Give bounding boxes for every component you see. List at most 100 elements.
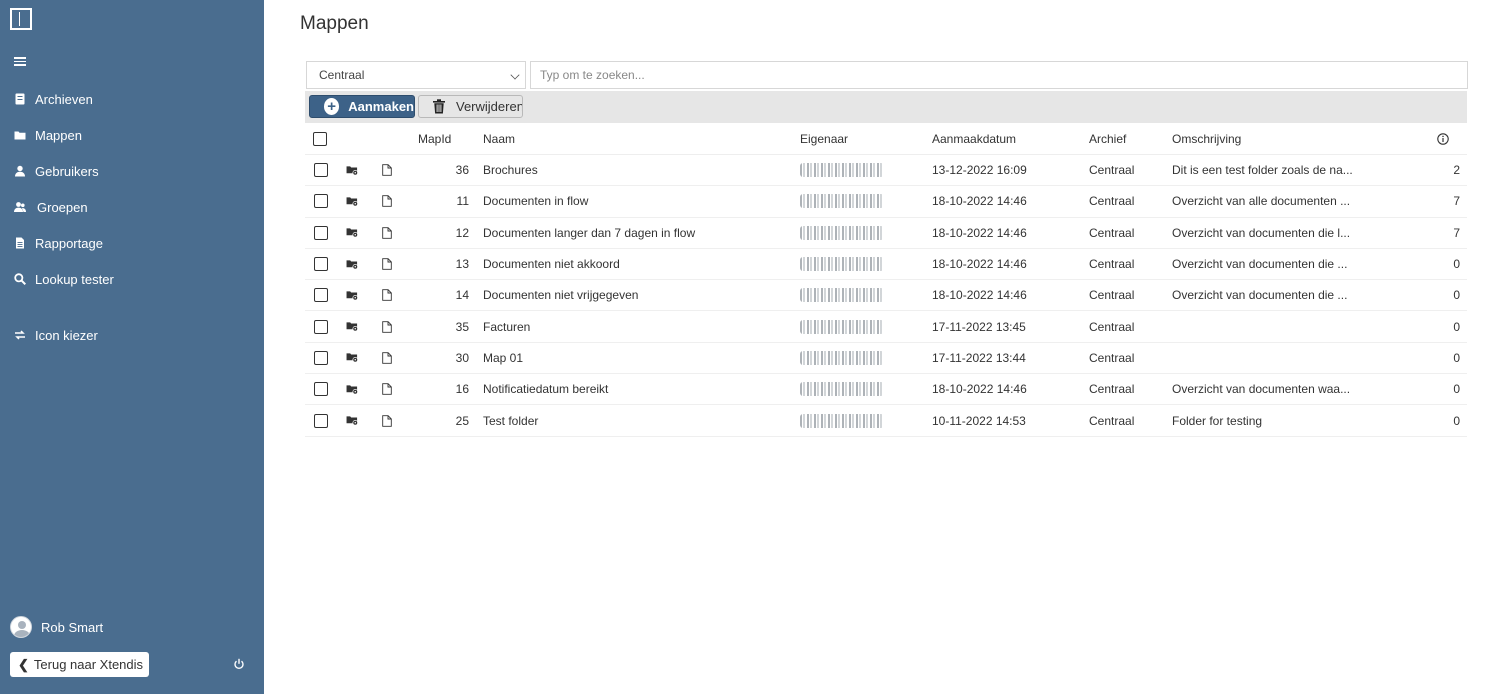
table-row[interactable]: 16 Notificatiedatum bereikt 18-10-2022 1… [305,374,1467,406]
sidebar-item-mappen[interactable]: Mappen [0,120,264,150]
sidebar-item-label: Archieven [35,91,93,107]
search-input[interactable] [530,61,1468,89]
document-icon[interactable] [382,186,394,216]
menu-toggle-icon[interactable] [14,57,26,66]
folder-settings-icon[interactable] [346,343,360,373]
cell-date: 18-10-2022 14:46 [932,194,1027,209]
document-icon[interactable] [382,343,394,373]
owner-redacted [800,350,884,365]
cell-archive: Centraal [1089,225,1135,240]
sidebar-item-groepen[interactable]: Groepen [0,192,264,222]
row-checkbox[interactable] [314,350,328,365]
cell-date: 17-11-2022 13:44 [932,350,1026,365]
header-mapid[interactable]: MapId [418,123,478,154]
sidebar: Archieven Mappen Gebruikers Groepen Rapp… [0,0,264,694]
page-title: Mappen [300,13,369,34]
cell-date: 18-10-2022 14:46 [932,257,1027,272]
document-icon[interactable] [382,155,394,185]
sidebar-item-rapportage[interactable]: Rapportage [0,228,264,258]
document-icon[interactable] [382,374,394,404]
table-row[interactable]: 30 Map 01 17-11-2022 13:44 Centraal 0 [305,343,1467,375]
folder-icon [14,129,26,141]
folder-settings-icon[interactable] [346,405,360,435]
header-name[interactable]: Naam [483,123,783,154]
owner-redacted [800,413,884,428]
delete-button-label: Verwijderen [456,99,523,114]
cell-owner [800,186,920,216]
header-date[interactable]: Aanmaakdatum [932,123,1072,154]
user-profile[interactable]: Rob Smart [10,616,103,638]
cell-count: 0 [1453,288,1460,303]
owner-redacted [800,382,884,397]
document-icon[interactable] [382,405,394,435]
folder-settings-icon[interactable] [346,374,360,404]
document-icon[interactable] [382,249,394,279]
cell-mapid: 25 [455,413,469,428]
row-checkbox[interactable] [314,413,328,428]
row-checkbox[interactable] [314,225,328,240]
folder-settings-icon[interactable] [346,311,360,341]
plus-circle-icon: + [324,98,340,115]
table-row[interactable]: 36 Brochures 13-12-2022 16:09 Centraal D… [305,155,1467,187]
cell-name: Brochures [483,163,538,178]
search-icon [14,273,26,285]
header-archive[interactable]: Archief [1089,123,1159,154]
folder-settings-icon[interactable] [346,155,360,185]
sidebar-item-label: Icon kiezer [35,327,98,343]
row-checkbox[interactable] [314,194,328,209]
sidebar-item-archieven[interactable]: Archieven [0,84,264,114]
table-row[interactable]: 35 Facturen 17-11-2022 13:45 Centraal 0 [305,311,1467,343]
delete-button[interactable]: Verwijderen [418,95,523,118]
owner-redacted [800,257,884,272]
chevron-left-icon: ❮ [18,656,29,672]
folder-settings-icon[interactable] [346,218,360,248]
header-description[interactable]: Omschrijving [1172,123,1352,154]
row-checkbox[interactable] [314,288,328,303]
table-header: MapId Naam Eigenaar Aanmaakdatum Archief… [305,123,1467,155]
create-button[interactable]: + Aanmaken [309,95,415,118]
cell-description: Overzicht van documenten die ... [1172,257,1348,272]
sidebar-item-label: Mappen [35,127,82,143]
cell-mapid: 13 [455,257,469,272]
sidebar-item-lookup-tester[interactable]: Lookup tester [0,264,264,294]
table-row[interactable]: 25 Test folder 10-11-2022 14:53 Centraal… [305,405,1467,437]
document-icon[interactable] [382,311,394,341]
info-icon[interactable] [1437,123,1451,154]
cell-count: 0 [1453,382,1460,397]
document-icon[interactable] [382,218,394,248]
user-name: Rob Smart [41,619,104,635]
cell-description: Folder for testing [1172,413,1263,428]
cell-name: Map 01 [483,350,524,365]
folder-settings-icon[interactable] [346,249,360,279]
header-owner[interactable]: Eigenaar [800,123,920,154]
folder-settings-icon[interactable] [346,186,360,216]
cell-description [1172,343,1352,373]
table-row[interactable]: 12 Documenten langer dan 7 dagen in flow… [305,218,1467,249]
power-icon[interactable] [233,658,245,670]
sidebar-item-icon-kiezer[interactable]: Icon kiezer [0,320,264,350]
folder-settings-icon[interactable] [346,280,360,310]
cell-owner [800,280,920,310]
sidebar-item-gebruikers[interactable]: Gebruikers [0,156,264,186]
cell-count: 0 [1453,413,1460,428]
archive-select[interactable]: Centraal [306,61,526,89]
cell-mapid: 36 [455,163,469,178]
back-to-xtendis-button[interactable]: ❮ Terug naar Xtendis [10,652,150,677]
cell-date: 10-11-2022 14:53 [932,413,1026,428]
row-checkbox[interactable] [314,163,328,178]
select-all-checkbox[interactable] [313,131,327,146]
table-row[interactable]: 11 Documenten in flow 18-10-2022 14:46 C… [305,186,1467,218]
cell-count: 0 [1453,257,1460,272]
cell-owner [800,343,920,373]
document-icon[interactable] [382,280,394,310]
row-checkbox[interactable] [314,382,328,397]
table-row[interactable]: 14 Documenten niet vrijgegeven 18-10-202… [305,280,1467,312]
app-logo-icon[interactable] [10,8,32,30]
sidebar-item-label: Lookup tester [35,271,114,287]
row-checkbox[interactable] [314,319,328,334]
table-row[interactable]: 13 Documenten niet akkoord 18-10-2022 14… [305,249,1467,281]
cell-description: Overzicht van documenten die l... [1172,225,1351,240]
cell-name: Documenten niet akkoord [483,257,620,272]
row-checkbox[interactable] [314,257,328,272]
cell-date: 17-11-2022 13:45 [932,319,1026,334]
